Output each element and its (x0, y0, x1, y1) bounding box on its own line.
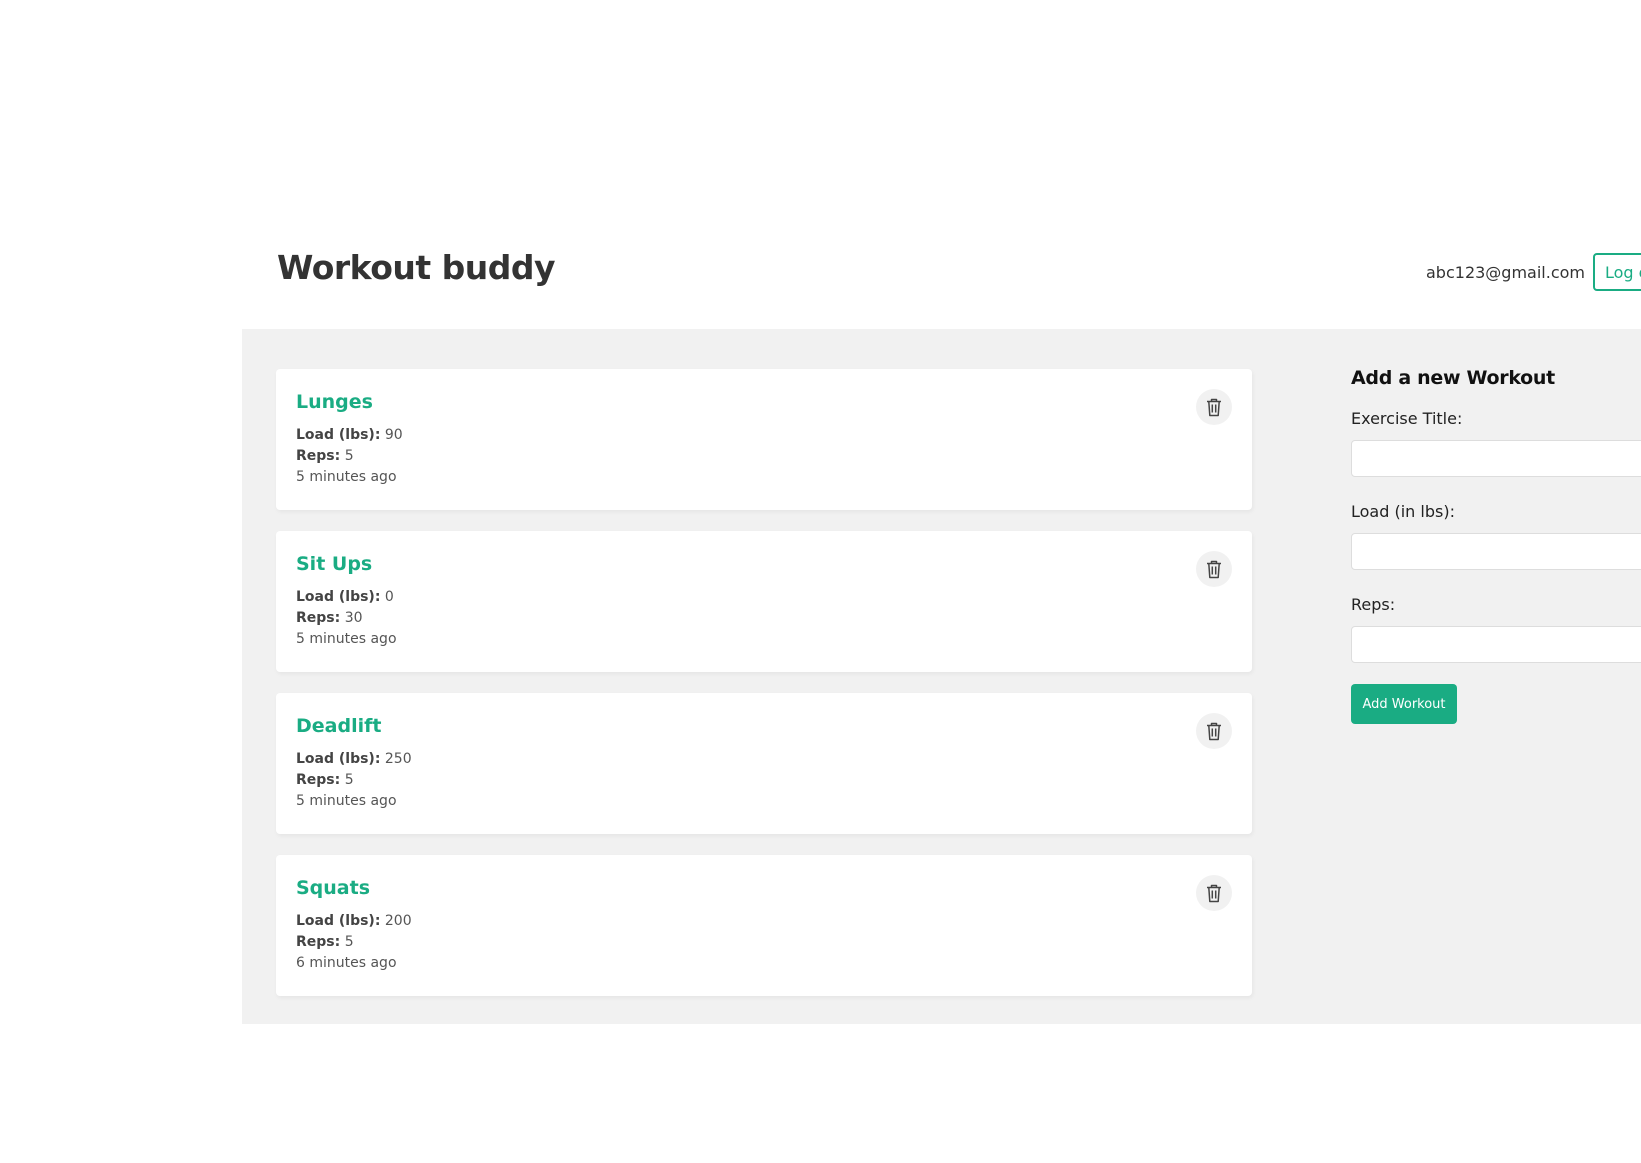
trash-icon (1207, 722, 1221, 740)
workout-reps-label: Reps: (296, 934, 341, 950)
workout-details: Deadlift Load (lbs): 250 Reps: 5 5 minut… (276, 693, 1252, 834)
workout-title: Lunges (296, 391, 373, 413)
workout-load-value: 0 (384, 589, 394, 605)
workout-reps-value: 5 (344, 448, 354, 464)
workout-reps-label: Reps: (296, 448, 341, 464)
reps-label: Reps: (1351, 595, 1396, 614)
workout-details: Lunges Load (lbs): 90 Reps: 5 5 minutes … (276, 369, 1252, 510)
workout-load-label: Load (lbs): (296, 427, 381, 443)
add-workout-form: Add a new Workout Exercise Title: Load (… (1351, 367, 1641, 724)
workout-timestamp: 5 minutes ago (296, 631, 397, 647)
workout-reps-value: 30 (344, 610, 363, 626)
workout-load-label: Load (lbs): (296, 913, 381, 929)
workout-reps: Reps: 30 (296, 608, 1232, 629)
workout-load-label: Load (lbs): (296, 751, 381, 767)
workout-details: Sit Ups Load (lbs): 0 Reps: 30 5 minutes… (276, 531, 1252, 672)
workout-reps-value: 5 (344, 772, 354, 788)
workout-reps: Reps: 5 (296, 770, 1232, 791)
workout-load: Load (lbs): 200 (296, 911, 1232, 932)
workout-list: Lunges Load (lbs): 90 Reps: 5 5 minutes … (276, 369, 1252, 1017)
workout-timestamp: 5 minutes ago (296, 793, 397, 809)
logo[interactable]: Workout buddy (277, 248, 556, 287)
load-label: Load (in lbs): (1351, 502, 1455, 521)
workout-reps-label: Reps: (296, 610, 341, 626)
workout-reps-label: Reps: (296, 772, 341, 788)
workout-reps-value: 5 (344, 934, 354, 950)
trash-icon (1207, 398, 1221, 416)
workout-title: Sit Ups (296, 553, 373, 575)
delete-workout-button[interactable] (1196, 551, 1232, 587)
navbar: Workout buddy abc123@gmail.com Log out (242, 230, 1641, 328)
workout-load-value: 200 (384, 913, 412, 929)
trash-icon (1207, 560, 1221, 578)
workout-load: Load (lbs): 250 (296, 749, 1232, 770)
workout-reps: Reps: 5 (296, 932, 1232, 953)
load-input[interactable] (1351, 533, 1641, 570)
exercise-title-label: Exercise Title: (1351, 409, 1463, 428)
user-email: abc123@gmail.com (1426, 263, 1585, 282)
exercise-title-input[interactable] (1351, 440, 1641, 477)
add-workout-button[interactable]: Add Workout (1351, 684, 1457, 724)
app: Workout buddy abc123@gmail.com Log out L… (242, 0, 1641, 1163)
delete-workout-button[interactable] (1196, 875, 1232, 911)
form-title: Add a new Workout (1351, 367, 1555, 389)
logout-button[interactable]: Log out (1593, 253, 1641, 291)
home-page: Lunges Load (lbs): 90 Reps: 5 5 minutes … (242, 329, 1641, 1024)
workout-load-value: 90 (384, 427, 403, 443)
workout-timestamp: 5 minutes ago (296, 469, 397, 485)
workout-load: Load (lbs): 0 (296, 587, 1232, 608)
delete-workout-button[interactable] (1196, 389, 1232, 425)
reps-input[interactable] (1351, 626, 1641, 663)
workout-load-value: 250 (384, 751, 412, 767)
delete-workout-button[interactable] (1196, 713, 1232, 749)
workout-title: Squats (296, 877, 371, 899)
trash-icon (1207, 884, 1221, 902)
workout-load-label: Load (lbs): (296, 589, 381, 605)
workout-timestamp: 6 minutes ago (296, 955, 397, 971)
workout-title: Deadlift (296, 715, 382, 737)
workout-reps: Reps: 5 (296, 446, 1232, 467)
workout-load: Load (lbs): 90 (296, 425, 1232, 446)
workout-details: Squats Load (lbs): 200 Reps: 5 6 minutes… (276, 855, 1252, 996)
